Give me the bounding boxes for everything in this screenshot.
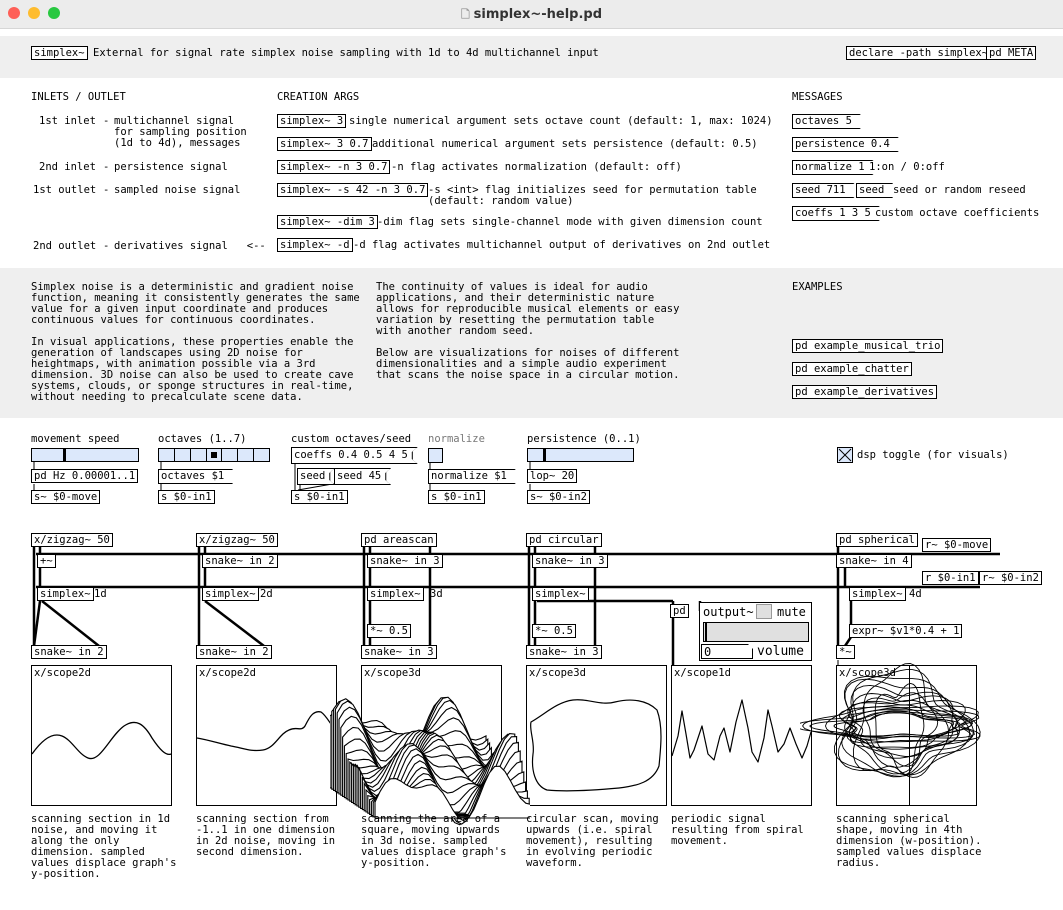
movement-speed-slider[interactable] bbox=[31, 448, 139, 462]
volume-slider[interactable] bbox=[703, 622, 809, 642]
normalize-toggle[interactable] bbox=[428, 448, 443, 463]
normalize-var-message[interactable]: normalize $1 bbox=[428, 469, 516, 484]
snake-object[interactable]: snake~ in 3 bbox=[361, 645, 437, 659]
seed-45-text: seed 45 bbox=[335, 469, 390, 484]
send-in1-normalize[interactable]: s $0-in1 bbox=[428, 490, 485, 504]
terrain-3d-render bbox=[330, 696, 530, 826]
scope-plot bbox=[197, 711, 336, 752]
receive-in1[interactable]: r $0-in1 bbox=[922, 571, 979, 585]
seed-random-text: seed bbox=[298, 469, 334, 484]
snake-in-object[interactable]: snake~ in 3 bbox=[367, 554, 443, 568]
octaves-radio[interactable] bbox=[158, 448, 270, 462]
simplex-4d-object[interactable]: simplex~ bbox=[849, 587, 906, 601]
dimension-note: 2d bbox=[260, 588, 273, 600]
zigzag-object[interactable]: x/zigzag~ 50 bbox=[196, 533, 278, 547]
dsp-toggle[interactable] bbox=[837, 447, 853, 463]
simplex-circular-object[interactable]: simplex~ bbox=[532, 587, 589, 601]
snake-object[interactable]: snake~ in 2 bbox=[196, 645, 272, 659]
custom-octaves-label: custom octaves/seed bbox=[291, 433, 412, 445]
persistence-label: persistence (0..1) bbox=[527, 433, 641, 445]
sphere-line bbox=[850, 710, 961, 740]
send-in1-custom[interactable]: s $0-in1 bbox=[291, 490, 348, 504]
seed-random-message[interactable]: seed bbox=[297, 468, 335, 485]
add-signal-object[interactable]: +~ bbox=[37, 554, 56, 568]
scope-caption: circular scan, moving upwards (i.e. spir… bbox=[526, 813, 659, 869]
scope-caption: scanning the area of a square, moving up… bbox=[361, 813, 507, 869]
persistence-slider[interactable] bbox=[527, 448, 634, 462]
sphere-line bbox=[838, 669, 971, 776]
simplex-2d-object[interactable]: simplex~ bbox=[202, 587, 259, 601]
snake-object[interactable]: snake~ in 3 bbox=[526, 645, 602, 659]
volume-number-box[interactable]: 0 bbox=[701, 644, 753, 659]
areascan-subpatch[interactable]: pd areascan bbox=[361, 533, 437, 547]
scope-caption: periodic signal resulting from spiral mo… bbox=[671, 813, 804, 847]
scope-2d: x/scope2d bbox=[196, 665, 337, 806]
radio-cell[interactable] bbox=[222, 449, 239, 461]
octaves-label: octaves (1..7) bbox=[158, 433, 247, 445]
octaves-var-message[interactable]: octaves $1 bbox=[158, 469, 233, 484]
radio-mark bbox=[210, 452, 218, 458]
send-move[interactable]: s~ $0-move bbox=[31, 490, 101, 504]
spherical-subpatch[interactable]: pd spherical bbox=[836, 533, 918, 547]
scope-caption: scanning section in 1d noise, and moving… bbox=[31, 813, 177, 880]
radio-cell[interactable] bbox=[175, 449, 191, 461]
simplex-3d-object[interactable]: simplex~ bbox=[367, 587, 424, 601]
checked-x-icon bbox=[838, 448, 852, 462]
scope-plot bbox=[672, 699, 811, 763]
slider-knob bbox=[543, 449, 546, 461]
sphere-line bbox=[848, 684, 961, 775]
coeffs-preset-text: coeffs 0.4 0.5 4 5 bbox=[292, 448, 417, 463]
scope-3d: x/scope3d bbox=[526, 665, 667, 806]
radio-cell[interactable] bbox=[207, 449, 223, 461]
pd-subpatch[interactable]: pd bbox=[670, 604, 689, 618]
hz-subpatch[interactable]: pd Hz 0.00001..1 bbox=[31, 469, 139, 483]
receive-in2[interactable]: r~ $0-in2 bbox=[979, 571, 1042, 585]
mute-toggle[interactable] bbox=[756, 604, 772, 619]
coeffs-preset-message[interactable]: coeffs 0.4 0.5 4 5 bbox=[291, 447, 418, 464]
receive-move[interactable]: r~ $0-move bbox=[922, 538, 992, 552]
volume-number: 0 bbox=[704, 645, 712, 659]
scope-1d: x/scope1d bbox=[671, 665, 812, 806]
scope-2d: x/scope2d bbox=[31, 665, 172, 806]
dimension-note: 4d bbox=[909, 588, 922, 600]
zigzag-object[interactable]: x/zigzag~ 50 bbox=[31, 533, 113, 547]
multiply-object[interactable]: *~ 0.5 bbox=[367, 624, 411, 638]
sphere-line bbox=[862, 692, 939, 767]
slider-knob bbox=[63, 449, 66, 461]
send-in2[interactable]: s~ $0-in2 bbox=[527, 490, 590, 504]
radio-cell[interactable] bbox=[238, 449, 255, 461]
output-abstraction: output~ mute 0 volume bbox=[699, 602, 812, 661]
dimension-note: 1d bbox=[94, 588, 107, 600]
seed-45-message[interactable]: seed 45 bbox=[334, 468, 391, 485]
send-in1[interactable]: s $0-in1 bbox=[158, 490, 215, 504]
lop-object[interactable]: lop~ 20 bbox=[527, 469, 578, 483]
output-label: output~ bbox=[703, 605, 754, 619]
scope-plot bbox=[32, 721, 171, 760]
mute-label: mute bbox=[777, 605, 806, 619]
scope-caption: scanning spherical shape, moving in 4th … bbox=[836, 813, 982, 869]
radio-cell[interactable] bbox=[254, 449, 269, 461]
snake-in-object[interactable]: snake~ in 2 bbox=[202, 554, 278, 568]
radio-cell[interactable] bbox=[191, 449, 207, 461]
snake-in-object[interactable]: snake~ in 4 bbox=[836, 554, 912, 568]
expr-object[interactable]: expr~ $v1*0.4 + 1 bbox=[849, 624, 963, 638]
volume-label: volume bbox=[757, 644, 804, 659]
slider-knob bbox=[705, 623, 707, 641]
radio-cell[interactable] bbox=[159, 449, 175, 461]
normalize-label: normalize bbox=[428, 433, 485, 445]
scope-plot bbox=[529, 699, 662, 792]
dsp-toggle-label: dsp toggle (for visuals) bbox=[857, 449, 1009, 461]
multiply-object[interactable]: *~ 0.5 bbox=[532, 624, 576, 638]
simplex-1d-object[interactable]: simplex~ bbox=[37, 587, 94, 601]
scope-caption: scanning section from -1..1 in one dimen… bbox=[196, 813, 336, 858]
movement-speed-label: movement speed bbox=[31, 433, 120, 445]
snake-object[interactable]: snake~ in 2 bbox=[31, 645, 107, 659]
snake-in-object[interactable]: snake~ in 3 bbox=[532, 554, 608, 568]
dimension-note: 3d bbox=[430, 588, 443, 600]
sphere-3d-render bbox=[800, 663, 981, 778]
circular-subpatch[interactable]: pd circular bbox=[526, 533, 602, 547]
